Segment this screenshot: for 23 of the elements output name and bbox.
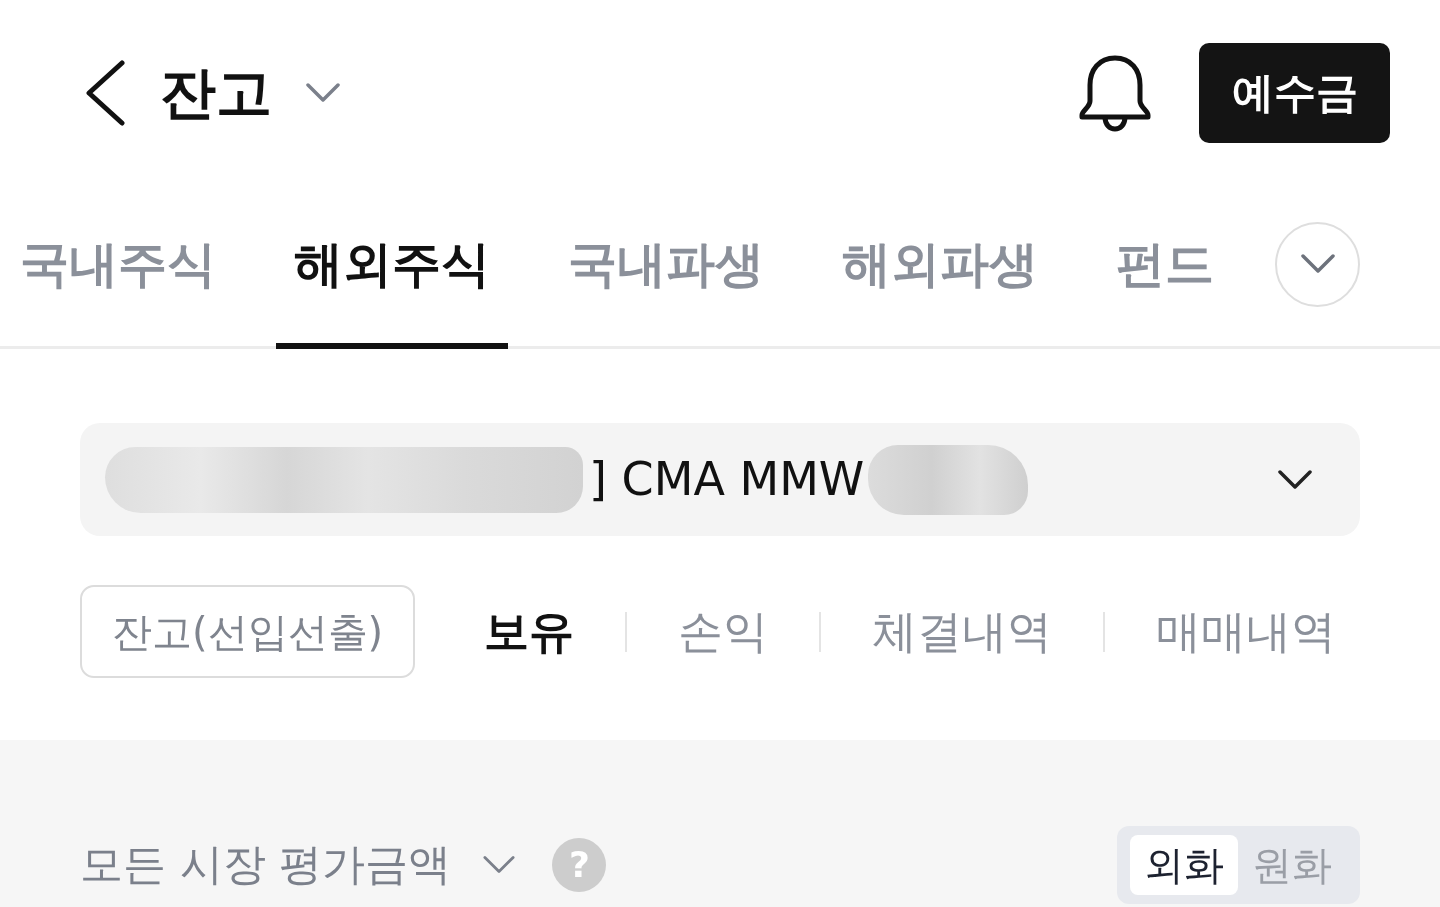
- chevron-down-icon: [1300, 254, 1335, 274]
- category-tab[interactable]: 국내파생: [550, 186, 782, 349]
- category-tab[interactable]: 국내주식: [2, 186, 234, 349]
- fifo-balance-button[interactable]: 잔고(선입선출): [80, 585, 416, 678]
- valuation-label: 모든 시장 평가금액: [80, 841, 452, 889]
- chevron-down-icon: [1278, 469, 1312, 490]
- account-name: ] CMA MMW: [589, 454, 865, 505]
- category-tab[interactable]: 해외주식: [276, 186, 508, 349]
- chevron-down-icon[interactable]: [483, 855, 516, 875]
- filter-tab[interactable]: 체결내역: [872, 606, 1053, 657]
- account-selector[interactable]: ] CMA MMW: [80, 423, 1360, 536]
- page-title: 잔고: [160, 62, 272, 124]
- currency-option[interactable]: 외화: [1130, 835, 1238, 895]
- deposit-button[interactable]: 예수금: [1199, 43, 1390, 143]
- filter-tab[interactable]: 손익: [678, 606, 769, 657]
- filter-tab[interactable]: 보유: [484, 606, 575, 657]
- caret-down-icon[interactable]: [306, 83, 340, 103]
- category-tab[interactable]: 해외파생: [824, 186, 1056, 349]
- notification-bell-icon[interactable]: [1077, 53, 1153, 133]
- category-tab[interactable]: 펀드: [1098, 186, 1232, 349]
- filter-tab[interactable]: 매매내역: [1156, 606, 1337, 657]
- back-icon[interactable]: [84, 60, 126, 126]
- currency-option[interactable]: 원화: [1238, 835, 1346, 895]
